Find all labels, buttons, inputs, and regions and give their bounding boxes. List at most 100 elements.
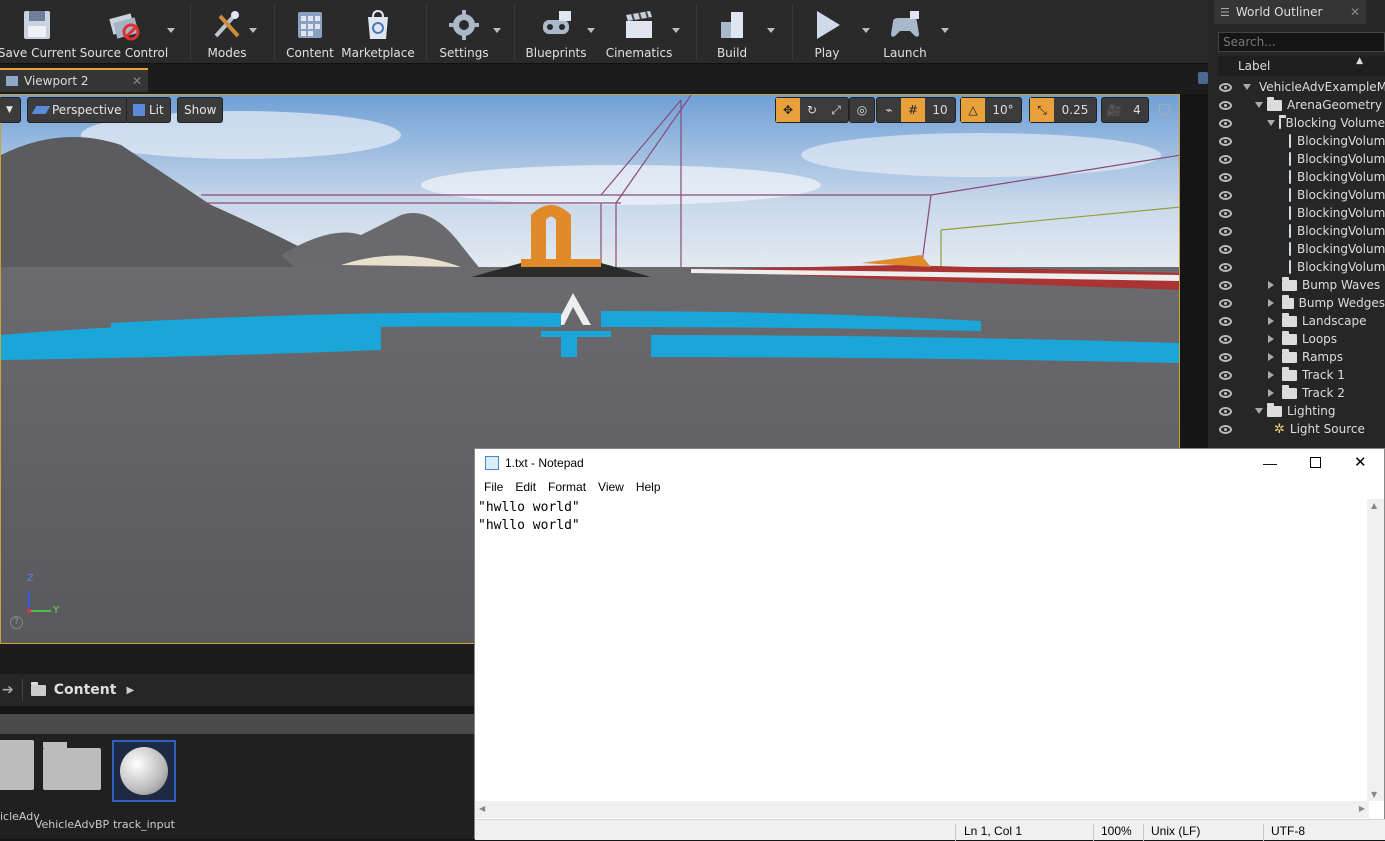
blueprints-button[interactable]: Blueprints [526, 4, 587, 62]
grid-snap-value[interactable]: 10 [925, 98, 955, 122]
show-button[interactable]: Show [177, 97, 224, 123]
tree-row[interactable]: BlockingVolum [1216, 222, 1385, 240]
rotation-snap-value[interactable]: 10° [985, 98, 1021, 122]
tree-row[interactable]: BlockingVolum [1216, 150, 1385, 168]
visibility-eye-icon[interactable] [1219, 226, 1232, 236]
tree-row[interactable]: BlockingVolum [1216, 258, 1385, 276]
help-icon[interactable]: ? [10, 616, 23, 629]
close-tab-icon[interactable]: ✕ [132, 74, 142, 88]
coordinate-system-button[interactable]: ◎ [849, 97, 875, 123]
menu-file[interactable]: File [478, 480, 509, 494]
expand-arrow-icon[interactable] [1255, 408, 1263, 414]
maximize-viewport-icon[interactable] [1159, 104, 1170, 115]
notepad-titlebar[interactable]: 1.txt - Notepad — ✕ [475, 449, 1385, 477]
content-path-root[interactable]: Content [54, 682, 117, 698]
tree-row[interactable]: BlockingVolum [1216, 240, 1385, 258]
visibility-eye-icon[interactable] [1219, 208, 1232, 218]
outliner-search-input[interactable]: Search... [1218, 32, 1385, 52]
visibility-eye-icon[interactable] [1219, 136, 1232, 146]
scroll-right-icon[interactable]: ▶ [1359, 804, 1365, 813]
collapse-arrow-icon[interactable] [1268, 281, 1274, 289]
modes-button[interactable]: Modes [202, 4, 252, 62]
tree-row[interactable]: ArenaGeometry [1216, 96, 1385, 114]
scale-snap-icon[interactable]: ⤡ [1030, 98, 1054, 122]
expand-arrow-icon[interactable] [1255, 102, 1263, 108]
visibility-eye-icon[interactable] [1219, 172, 1232, 182]
tree-row[interactable]: BlockingVolum [1216, 204, 1385, 222]
notepad-text-area[interactable]: "hwllo world" "hwllo world" [478, 499, 1366, 801]
asset-item[interactable]: icleAdv [0, 740, 40, 823]
collapse-arrow-icon[interactable] [1268, 353, 1274, 361]
menu-edit[interactable]: Edit [509, 480, 542, 494]
chevron-right-icon[interactable]: ▶ [126, 685, 134, 696]
source-control-dropdown-icon[interactable] [167, 28, 175, 33]
asset-item[interactable]: track_input [112, 740, 176, 831]
visibility-eye-icon[interactable] [1219, 154, 1232, 164]
play-button[interactable]: Play [806, 4, 848, 62]
content-button[interactable]: Content [286, 4, 334, 62]
tree-row[interactable]: Ramps [1216, 348, 1385, 366]
lit-button[interactable]: Lit [126, 97, 171, 123]
close-icon[interactable]: ✕ [1354, 453, 1367, 471]
translate-icon[interactable]: ✥ [776, 98, 800, 122]
marketplace-button[interactable]: Marketplace [341, 4, 415, 62]
menu-view[interactable]: View [592, 480, 630, 494]
tree-row[interactable]: BlockingVolum [1216, 168, 1385, 186]
tree-row[interactable]: ✲ Light Source [1216, 420, 1385, 438]
collapse-arrow-icon[interactable] [1268, 389, 1274, 397]
collapse-arrow-icon[interactable] [1268, 335, 1274, 343]
save-current-button[interactable]: Save Current [0, 4, 76, 62]
visibility-eye-icon[interactable] [1219, 100, 1232, 110]
play-dropdown-icon[interactable] [862, 28, 870, 33]
expand-arrow-icon[interactable] [1243, 84, 1251, 90]
menu-help[interactable]: Help [630, 480, 667, 494]
visibility-eye-icon[interactable] [1219, 244, 1232, 254]
maximize-icon[interactable] [1310, 457, 1321, 468]
viewport-options-button[interactable]: ▼ [0, 97, 21, 123]
visibility-eye-icon[interactable] [1219, 118, 1232, 128]
vertical-scrollbar[interactable]: ▲ ▼ [1367, 499, 1384, 801]
expand-arrow-icon[interactable] [1267, 120, 1275, 126]
collapse-arrow-icon[interactable] [1268, 371, 1274, 379]
visibility-eye-icon[interactable] [1219, 352, 1232, 362]
launch-button[interactable]: Launch [880, 4, 930, 62]
build-dropdown-icon[interactable] [767, 28, 775, 33]
scale-icon[interactable]: ⤢ [824, 98, 848, 122]
perspective-button[interactable]: Perspective [27, 97, 129, 123]
surface-snap-icon[interactable]: ⌁ [877, 98, 901, 122]
minimize-icon[interactable]: — [1263, 455, 1277, 471]
menu-format[interactable]: Format [542, 480, 592, 494]
forward-arrow-icon[interactable]: ➔ [2, 682, 14, 698]
settings-dropdown-icon[interactable] [493, 28, 501, 33]
scroll-down-icon[interactable]: ▼ [1371, 790, 1377, 799]
blueprints-dropdown-icon[interactable] [587, 28, 595, 33]
visibility-eye-icon[interactable] [1219, 388, 1232, 398]
viewport-lock-icon[interactable] [1198, 72, 1208, 84]
tree-row[interactable]: Loops [1216, 330, 1385, 348]
outliner-label-column-header[interactable]: Label ▲ [1218, 56, 1385, 76]
visibility-eye-icon[interactable] [1219, 334, 1232, 344]
visibility-eye-icon[interactable] [1219, 82, 1232, 92]
tree-row[interactable]: Lighting [1216, 402, 1385, 420]
horizontal-scrollbar[interactable]: ◀ ▶ [475, 801, 1369, 818]
viewport-tab[interactable]: Viewport 2 ✕ [0, 68, 148, 92]
build-button[interactable]: Build [710, 4, 754, 62]
settings-button[interactable]: Settings [438, 4, 490, 62]
collapse-arrow-icon[interactable] [1268, 299, 1274, 307]
visibility-eye-icon[interactable] [1219, 280, 1232, 290]
camera-speed-value[interactable]: 4 [1126, 98, 1148, 122]
tree-row[interactable]: Track 1 [1216, 366, 1385, 384]
tree-row[interactable]: BlockingVolum [1216, 186, 1385, 204]
launch-dropdown-icon[interactable] [941, 28, 949, 33]
visibility-eye-icon[interactable] [1219, 406, 1232, 416]
tree-row[interactable]: Track 2 [1216, 384, 1385, 402]
visibility-eye-icon[interactable] [1219, 298, 1232, 308]
close-tab-icon[interactable]: ✕ [1350, 5, 1360, 19]
visibility-eye-icon[interactable] [1219, 190, 1232, 200]
source-control-button[interactable]: Source Control [80, 4, 168, 62]
visibility-eye-icon[interactable] [1219, 424, 1232, 434]
asset-item[interactable]: VehicleAdvBP [35, 740, 109, 831]
modes-dropdown-icon[interactable] [249, 28, 257, 33]
tree-row[interactable]: Bump Wedges [1216, 294, 1385, 312]
rotate-icon[interactable]: ↻ [800, 98, 824, 122]
